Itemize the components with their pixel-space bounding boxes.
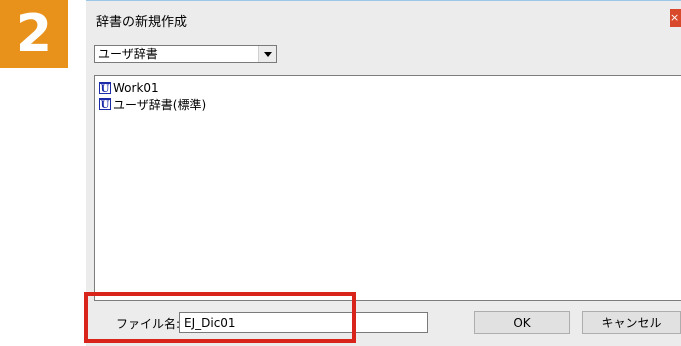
list-item[interactable]: U Work01 bbox=[99, 80, 159, 96]
step-number: 2 bbox=[15, 4, 53, 64]
file-name-input[interactable] bbox=[179, 312, 428, 333]
list-item-label: ユーザ辞書(標準) bbox=[113, 97, 207, 112]
dictionary-type-select[interactable]: ユーザ辞書 bbox=[94, 45, 277, 63]
dialog-title: 辞書の新規作成 bbox=[96, 15, 188, 30]
user-dictionary-icon: U bbox=[99, 82, 111, 95]
dropdown-button[interactable] bbox=[258, 46, 276, 62]
list-item-label: Work01 bbox=[113, 81, 159, 95]
close-icon: × bbox=[670, 11, 680, 24]
new-dictionary-dialog: 辞書の新規作成 × ユーザ辞書 U Work01 U ユーザ辞書(標準) ファイ… bbox=[86, 0, 681, 346]
step-badge: 2 bbox=[0, 0, 68, 68]
chevron-down-icon bbox=[263, 51, 272, 57]
dictionary-type-value: ユーザ辞書 bbox=[98, 47, 158, 61]
ok-button[interactable]: OK bbox=[474, 311, 570, 334]
list-item[interactable]: U ユーザ辞書(標準) bbox=[99, 96, 206, 112]
user-dictionary-icon: U bbox=[99, 98, 111, 111]
file-name-label: ファイル名: bbox=[116, 317, 181, 331]
close-button[interactable]: × bbox=[670, 9, 681, 27]
dictionary-list[interactable]: U Work01 U ユーザ辞書(標準) bbox=[94, 75, 681, 301]
cancel-button[interactable]: キャンセル bbox=[582, 311, 681, 334]
